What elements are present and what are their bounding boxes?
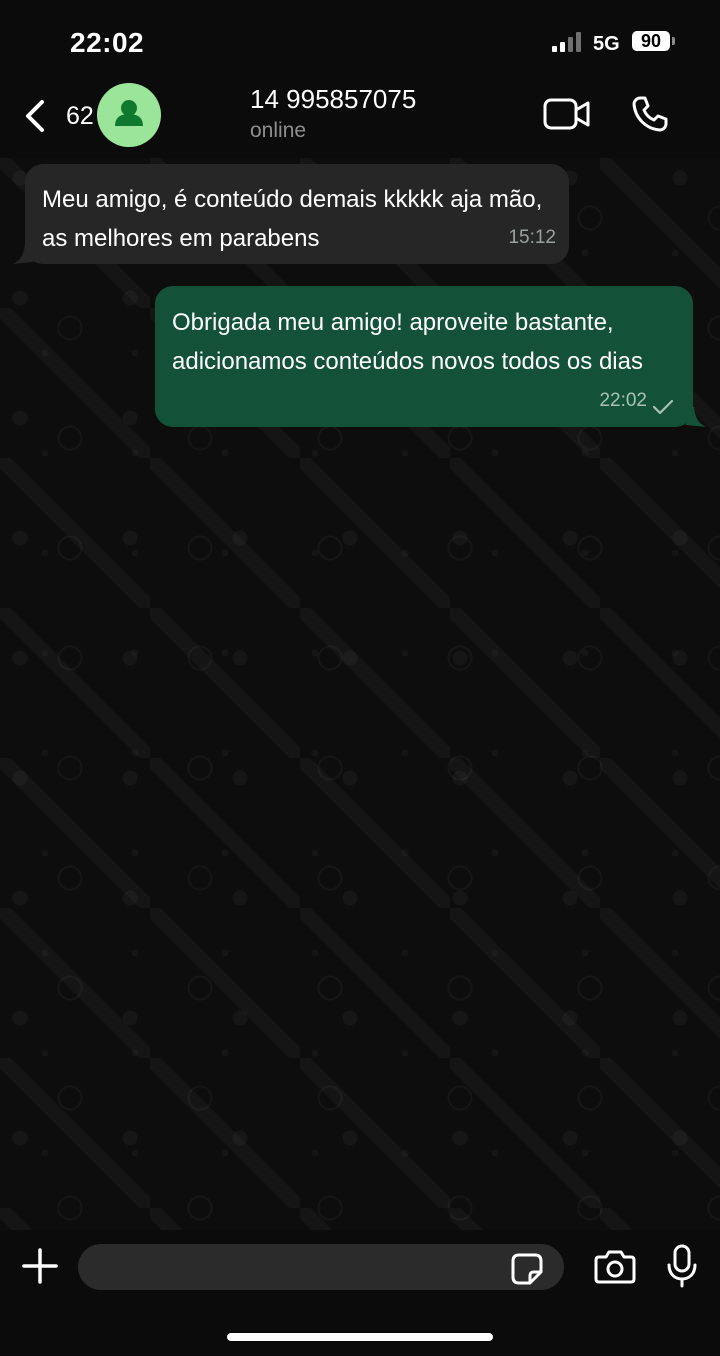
home-indicator[interactable]	[227, 1333, 493, 1341]
message-time: 15:12	[508, 227, 556, 248]
chat-header: 62 14 995857075 online	[0, 80, 720, 158]
camera-icon[interactable]	[594, 1248, 636, 1284]
incoming-message[interactable]: Meu amigo, é conteúdo demais kkkkk aja m…	[25, 164, 569, 264]
message-time: 22:02	[599, 390, 647, 411]
battery-level: 90	[632, 31, 670, 51]
message-composer	[0, 1230, 720, 1356]
unread-count[interactable]: 62	[66, 102, 94, 131]
sticker-icon[interactable]	[510, 1252, 544, 1286]
phone-icon[interactable]	[630, 94, 670, 134]
status-time: 22:02	[70, 27, 145, 58]
message-text: Meu amigo, é conteúdo demais kkkkk aja m…	[42, 186, 543, 252]
battery-tip	[672, 37, 675, 45]
avatar[interactable]	[97, 83, 161, 147]
microphone-icon[interactable]	[664, 1243, 700, 1289]
chat-area[interactable]: Meu amigo, é conteúdo demais kkkkk aja m…	[0, 158, 720, 1230]
contact-status: online	[250, 119, 307, 142]
chat-screen: 22:02 5G 90 62 14 995857075 online Meu a…	[0, 0, 720, 1356]
single-check-icon	[652, 399, 674, 415]
plus-icon[interactable]	[20, 1246, 60, 1286]
network-type: 5G	[593, 33, 620, 55]
chevron-left-icon[interactable]	[18, 96, 52, 136]
message-text: Obrigada meu amigo! aproveite bastante, …	[172, 309, 643, 375]
video-camera-icon[interactable]	[542, 96, 592, 132]
message-input[interactable]	[78, 1244, 564, 1290]
person-icon	[115, 100, 143, 126]
contact-name[interactable]: 14 995857075	[250, 84, 416, 115]
outgoing-message[interactable]: Obrigada meu amigo! aproveite bastante, …	[155, 286, 693, 427]
status-bar: 22:02 5G 90	[0, 0, 720, 80]
cellular-signal-icon	[552, 32, 581, 52]
